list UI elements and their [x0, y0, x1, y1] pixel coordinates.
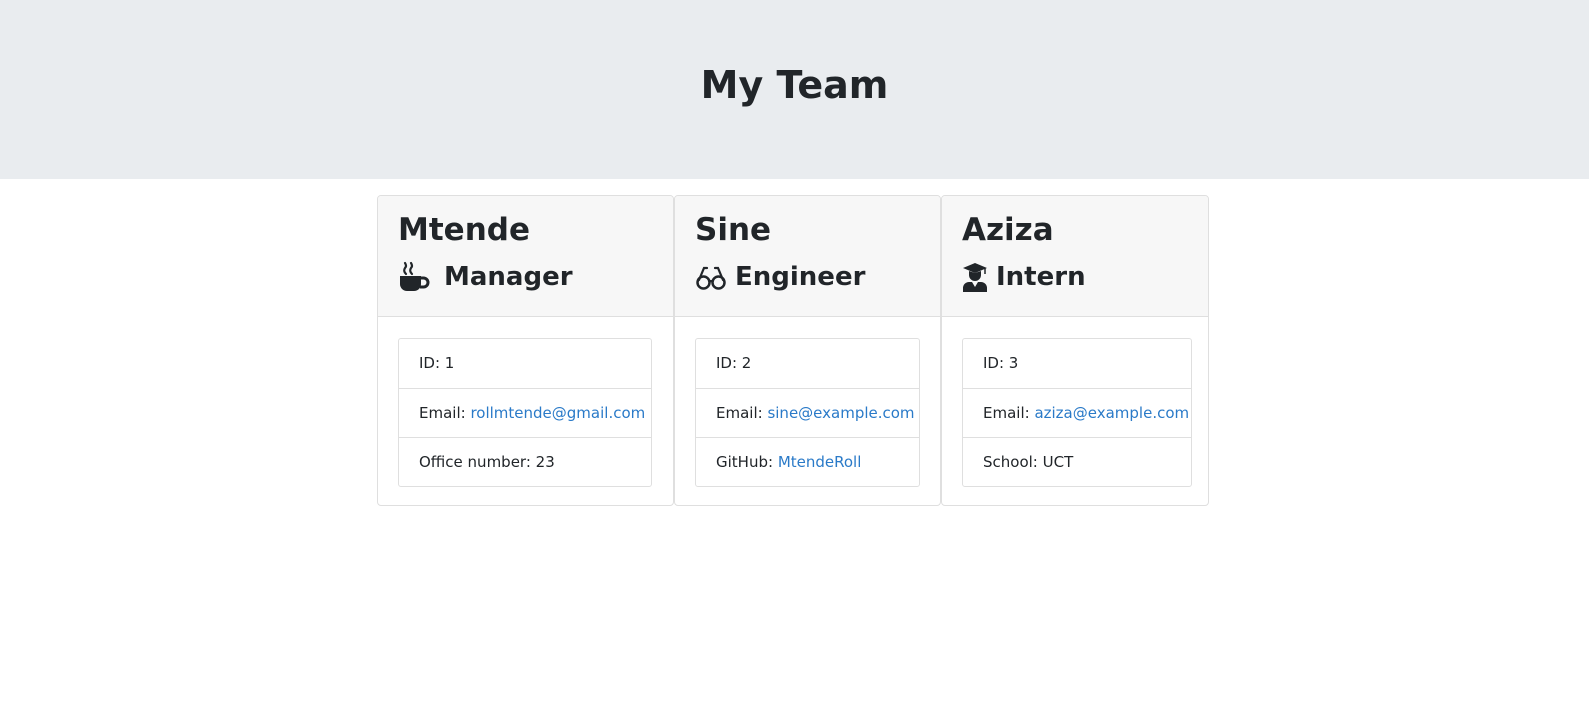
- employee-card-manager: Mtende Manager ID: 1 Email: rollmtende@g…: [377, 195, 674, 506]
- employee-card-engineer: Sine Engineer ID: 2 Email: sine@example.…: [674, 195, 941, 506]
- employee-name: Aziza: [962, 212, 1054, 248]
- github-link[interactable]: MtendeRoll: [778, 453, 862, 471]
- employee-card-intern: Aziza Intern ID: 3 Email: aziza@example.…: [941, 195, 1209, 506]
- employee-details-list: ID: 3 Email: aziza@example.com School: U…: [962, 338, 1192, 487]
- list-item-id: ID: 1: [419, 354, 455, 372]
- card-header: Mtende Manager: [378, 196, 673, 317]
- role-label: Intern: [996, 262, 1086, 292]
- list-item-email: Email: sine@example.com: [696, 388, 919, 437]
- card-header: Aziza Intern: [942, 196, 1208, 317]
- employee-name: Mtende: [398, 212, 530, 248]
- page-title: My Team: [700, 63, 889, 107]
- list-item-email: Email: aziza@example.com: [963, 388, 1191, 437]
- role-label: Engineer: [735, 262, 866, 292]
- list-item-id: ID: 3: [983, 354, 1019, 372]
- employee-details-list: ID: 1 Email: rollmtende@gmail.com Office…: [398, 338, 652, 487]
- list-item-github: GitHub: MtendeRoll: [696, 437, 919, 486]
- glasses-icon: [695, 261, 727, 293]
- card-header: Sine Engineer: [675, 196, 940, 317]
- employee-role: Engineer: [695, 257, 865, 297]
- employee-details-list: ID: 2 Email: sine@example.com GitHub: Mt…: [695, 338, 920, 487]
- email-link[interactable]: rollmtende@gmail.com: [470, 404, 645, 422]
- coffee-mug-icon: [398, 261, 430, 293]
- employee-name: Sine: [695, 212, 772, 248]
- list-item-office: Office number: 23: [399, 437, 651, 486]
- page-header: My Team: [0, 0, 1589, 179]
- email-link[interactable]: sine@example.com: [767, 404, 914, 422]
- graduate-icon: [962, 262, 988, 292]
- list-item-school: School: UCT: [963, 437, 1191, 486]
- role-label: Manager: [444, 262, 573, 292]
- list-item-id: ID: 2: [716, 354, 752, 372]
- email-link[interactable]: aziza@example.com: [1034, 404, 1189, 422]
- employee-role: Intern: [962, 257, 1086, 297]
- list-item-email: Email: rollmtende@gmail.com: [399, 388, 651, 437]
- employee-role: Manager: [398, 257, 573, 297]
